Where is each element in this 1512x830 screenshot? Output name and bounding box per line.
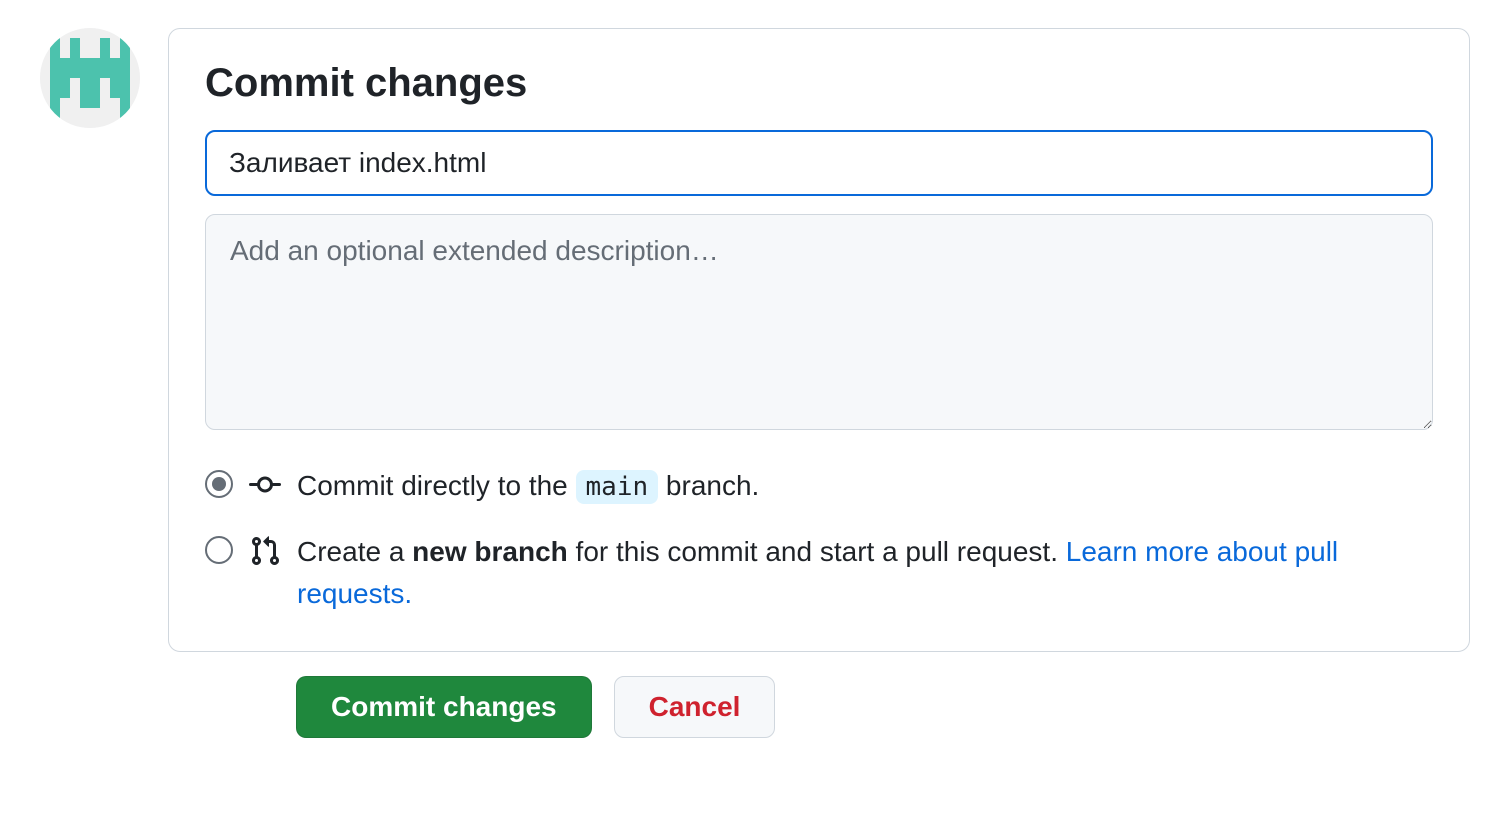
radio-new-branch[interactable]: Create a new branch for this commit and … xyxy=(205,531,1433,615)
branch-badge: main xyxy=(576,470,659,504)
commit-form: Commit changes Commit directly to the ma… xyxy=(168,28,1470,652)
git-pull-request-icon xyxy=(249,535,281,567)
identicon-icon xyxy=(40,28,140,128)
git-commit-icon xyxy=(249,469,281,501)
avatar xyxy=(40,28,140,128)
radio-commit-direct[interactable]: Commit directly to the main branch. xyxy=(205,465,1433,507)
radio-pr-label: Create a new branch for this commit and … xyxy=(297,531,1433,615)
commit-summary-input[interactable] xyxy=(205,130,1433,196)
commit-title: Commit changes xyxy=(205,61,1433,106)
commit-description-input[interactable] xyxy=(205,214,1433,430)
radio-button-selected[interactable] xyxy=(205,470,233,498)
radio-direct-label: Commit directly to the main branch. xyxy=(297,465,1433,507)
radio-button-unselected[interactable] xyxy=(205,536,233,564)
commit-changes-button[interactable]: Commit changes xyxy=(296,676,592,738)
cancel-button[interactable]: Cancel xyxy=(614,676,776,738)
